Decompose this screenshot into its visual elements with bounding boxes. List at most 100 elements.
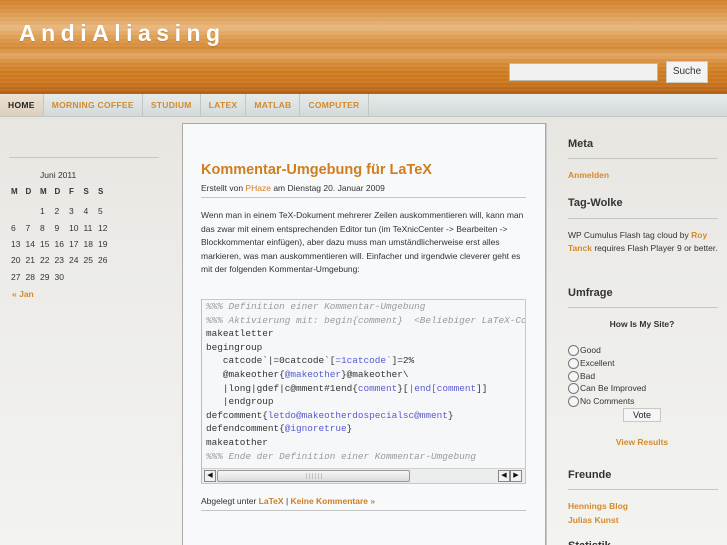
weekday-header: S: [98, 186, 104, 196]
tag-cloud-title: Tag-Wolke: [568, 197, 623, 209]
code-comment: %%% Definition einer Kommentar-Umgebung: [206, 301, 426, 312]
site-header: AndiAliasing Suche: [0, 0, 727, 92]
scroll-thumb[interactable]: [217, 470, 410, 482]
footer-prefix: Abgelegt unter: [201, 496, 257, 506]
divider: [568, 489, 718, 490]
vote-button[interactable]: Vote: [623, 408, 661, 422]
horizontal-scrollbar[interactable]: ◀ ◀ ▶: [202, 468, 525, 483]
radio-button[interactable]: [568, 370, 579, 382]
calendar-day: 12: [98, 222, 108, 233]
nav-item-latex[interactable]: LATEX: [201, 94, 247, 116]
nav-item-matlab[interactable]: MATLAB: [246, 94, 301, 116]
code-text: |endgroup: [206, 396, 274, 408]
poll-option-label: Bad: [580, 371, 596, 381]
code-text: makeatother: [206, 436, 268, 448]
code-line: catcode`|=0catcode`[=1catcode`]=2%: [202, 354, 525, 368]
calendar-day: 26: [98, 255, 108, 266]
calendar-day: 7: [25, 222, 31, 233]
meta-title: Meta: [568, 138, 594, 150]
search-button[interactable]: Suche: [666, 61, 708, 83]
divider: [568, 218, 718, 219]
radio-button[interactable]: [568, 395, 579, 407]
calendar-day: 6: [11, 222, 16, 233]
calendar-day: 25: [83, 255, 93, 266]
radio-button[interactable]: [568, 382, 579, 394]
calendar-day: 19: [98, 238, 108, 249]
code-line: makeatother: [202, 436, 525, 450]
weekday-header: F: [69, 186, 74, 196]
poll-title: Umfrage: [568, 287, 613, 299]
calendar-day: 16: [54, 238, 64, 249]
post-meta: Erstellt von PHaze am Dienstag 20. Janua…: [201, 183, 526, 198]
code-line: @makeother{@makeother}@makeother\: [202, 368, 525, 382]
nav-item-studium[interactable]: STUDIUM: [143, 94, 201, 116]
category-link[interactable]: LaTeX: [259, 496, 284, 506]
calendar-day: 2: [54, 206, 60, 217]
code-text: }@makeother\: [341, 368, 409, 380]
poll-option[interactable]: Good: [568, 344, 601, 356]
code-block[interactable]: %%% Definition einer Kommentar-Umgebung%…: [201, 299, 526, 484]
weekday-header: M: [11, 186, 18, 196]
code-line: defendcomment{@ignoretrue}: [202, 422, 525, 436]
site-title[interactable]: AndiAliasing: [19, 20, 226, 47]
scroll-right-icon[interactable]: ▶: [510, 470, 522, 482]
calendar-day: [84, 269, 99, 285]
scroll-left-step-icon[interactable]: ◀: [498, 470, 510, 482]
view-results-link[interactable]: View Results: [568, 437, 716, 447]
calendar-prev-link[interactable]: « Jan: [12, 289, 34, 299]
divider: [568, 307, 718, 308]
code-keyword: @ignoretrue: [284, 423, 347, 435]
calendar-day: 10: [69, 222, 79, 233]
statistics-title: Statistik: [568, 540, 718, 545]
calendar-caption: Juni 2011: [40, 170, 77, 180]
code-keyword: =1catcode`: [335, 355, 392, 367]
comments-link[interactable]: Keine Kommentare »: [291, 496, 376, 506]
author-link[interactable]: PHaze: [245, 183, 271, 193]
login-link[interactable]: Anmelden: [568, 170, 718, 180]
post-container: Kommentar-Umgebung für LaTeX Erstellt vo…: [182, 123, 546, 545]
friends-title: Freunde: [568, 469, 612, 481]
nav-item-computer[interactable]: COMPUTER: [300, 94, 369, 116]
nav-item-home[interactable]: HOME: [0, 94, 44, 116]
weekday-header: D: [54, 186, 61, 196]
code-comment: %%% Ende der Definition einer Kommentar-…: [206, 450, 477, 462]
tag-cloud-text-before: WP Cumulus Flash tag cloud by: [568, 230, 689, 240]
calendar-day: 4: [83, 206, 89, 217]
nav-item-morning-coffee[interactable]: MORNING COFFEE: [44, 94, 143, 116]
code-keyword: letdo@makeotherdospecialsc@mment: [267, 409, 448, 421]
code-line: |endgroup: [202, 395, 525, 409]
poll-question: How Is My Site?: [609, 319, 675, 329]
poll-option[interactable]: Excellent: [568, 357, 615, 369]
friend-link[interactable]: Hennings Blog: [568, 501, 718, 511]
calendar-day: 22: [40, 255, 50, 266]
scroll-left-icon[interactable]: ◀: [204, 470, 216, 482]
calendar-day: 9: [54, 222, 60, 233]
friend-link[interactable]: Julias Kunst: [568, 515, 718, 525]
poll-option[interactable]: Bad: [568, 370, 595, 382]
divider: [568, 158, 718, 159]
search-input[interactable]: [509, 63, 658, 81]
radio-button[interactable]: [568, 357, 579, 369]
poll-option[interactable]: Can Be Improved: [568, 382, 646, 394]
poll-option-label: Excellent: [580, 358, 615, 368]
code-text: defcomment{: [206, 409, 268, 421]
main-nav: HOME MORNING COFFEE STUDIUM LATEX MATLAB…: [0, 92, 727, 117]
calendar-day: 18: [83, 238, 93, 249]
radio-button[interactable]: [568, 344, 579, 356]
code-keyword: |end[comment: [408, 382, 477, 394]
post-title[interactable]: Kommentar-Umgebung für LaTeX: [201, 162, 432, 178]
calendar-day: [26, 203, 41, 219]
calendar-day: 27: [11, 271, 21, 282]
calendar-day: 21: [25, 255, 35, 266]
calendar-day: 15: [40, 238, 50, 249]
poll-option-label: No Comments: [580, 396, 635, 406]
code-comment: %%% Aktivierung mit: begin{comment} <Bel…: [206, 314, 526, 326]
code-text: }: [447, 409, 454, 421]
calendar-week: 27 28 29 30: [11, 269, 113, 285]
calendar-day: 11: [83, 222, 93, 233]
poll-option-label: Can Be Improved: [580, 383, 647, 393]
divider: [9, 157, 159, 158]
calendar-day: [98, 269, 113, 285]
poll-option[interactable]: No Comments: [568, 395, 634, 407]
poll-option-label: Good: [580, 345, 601, 355]
